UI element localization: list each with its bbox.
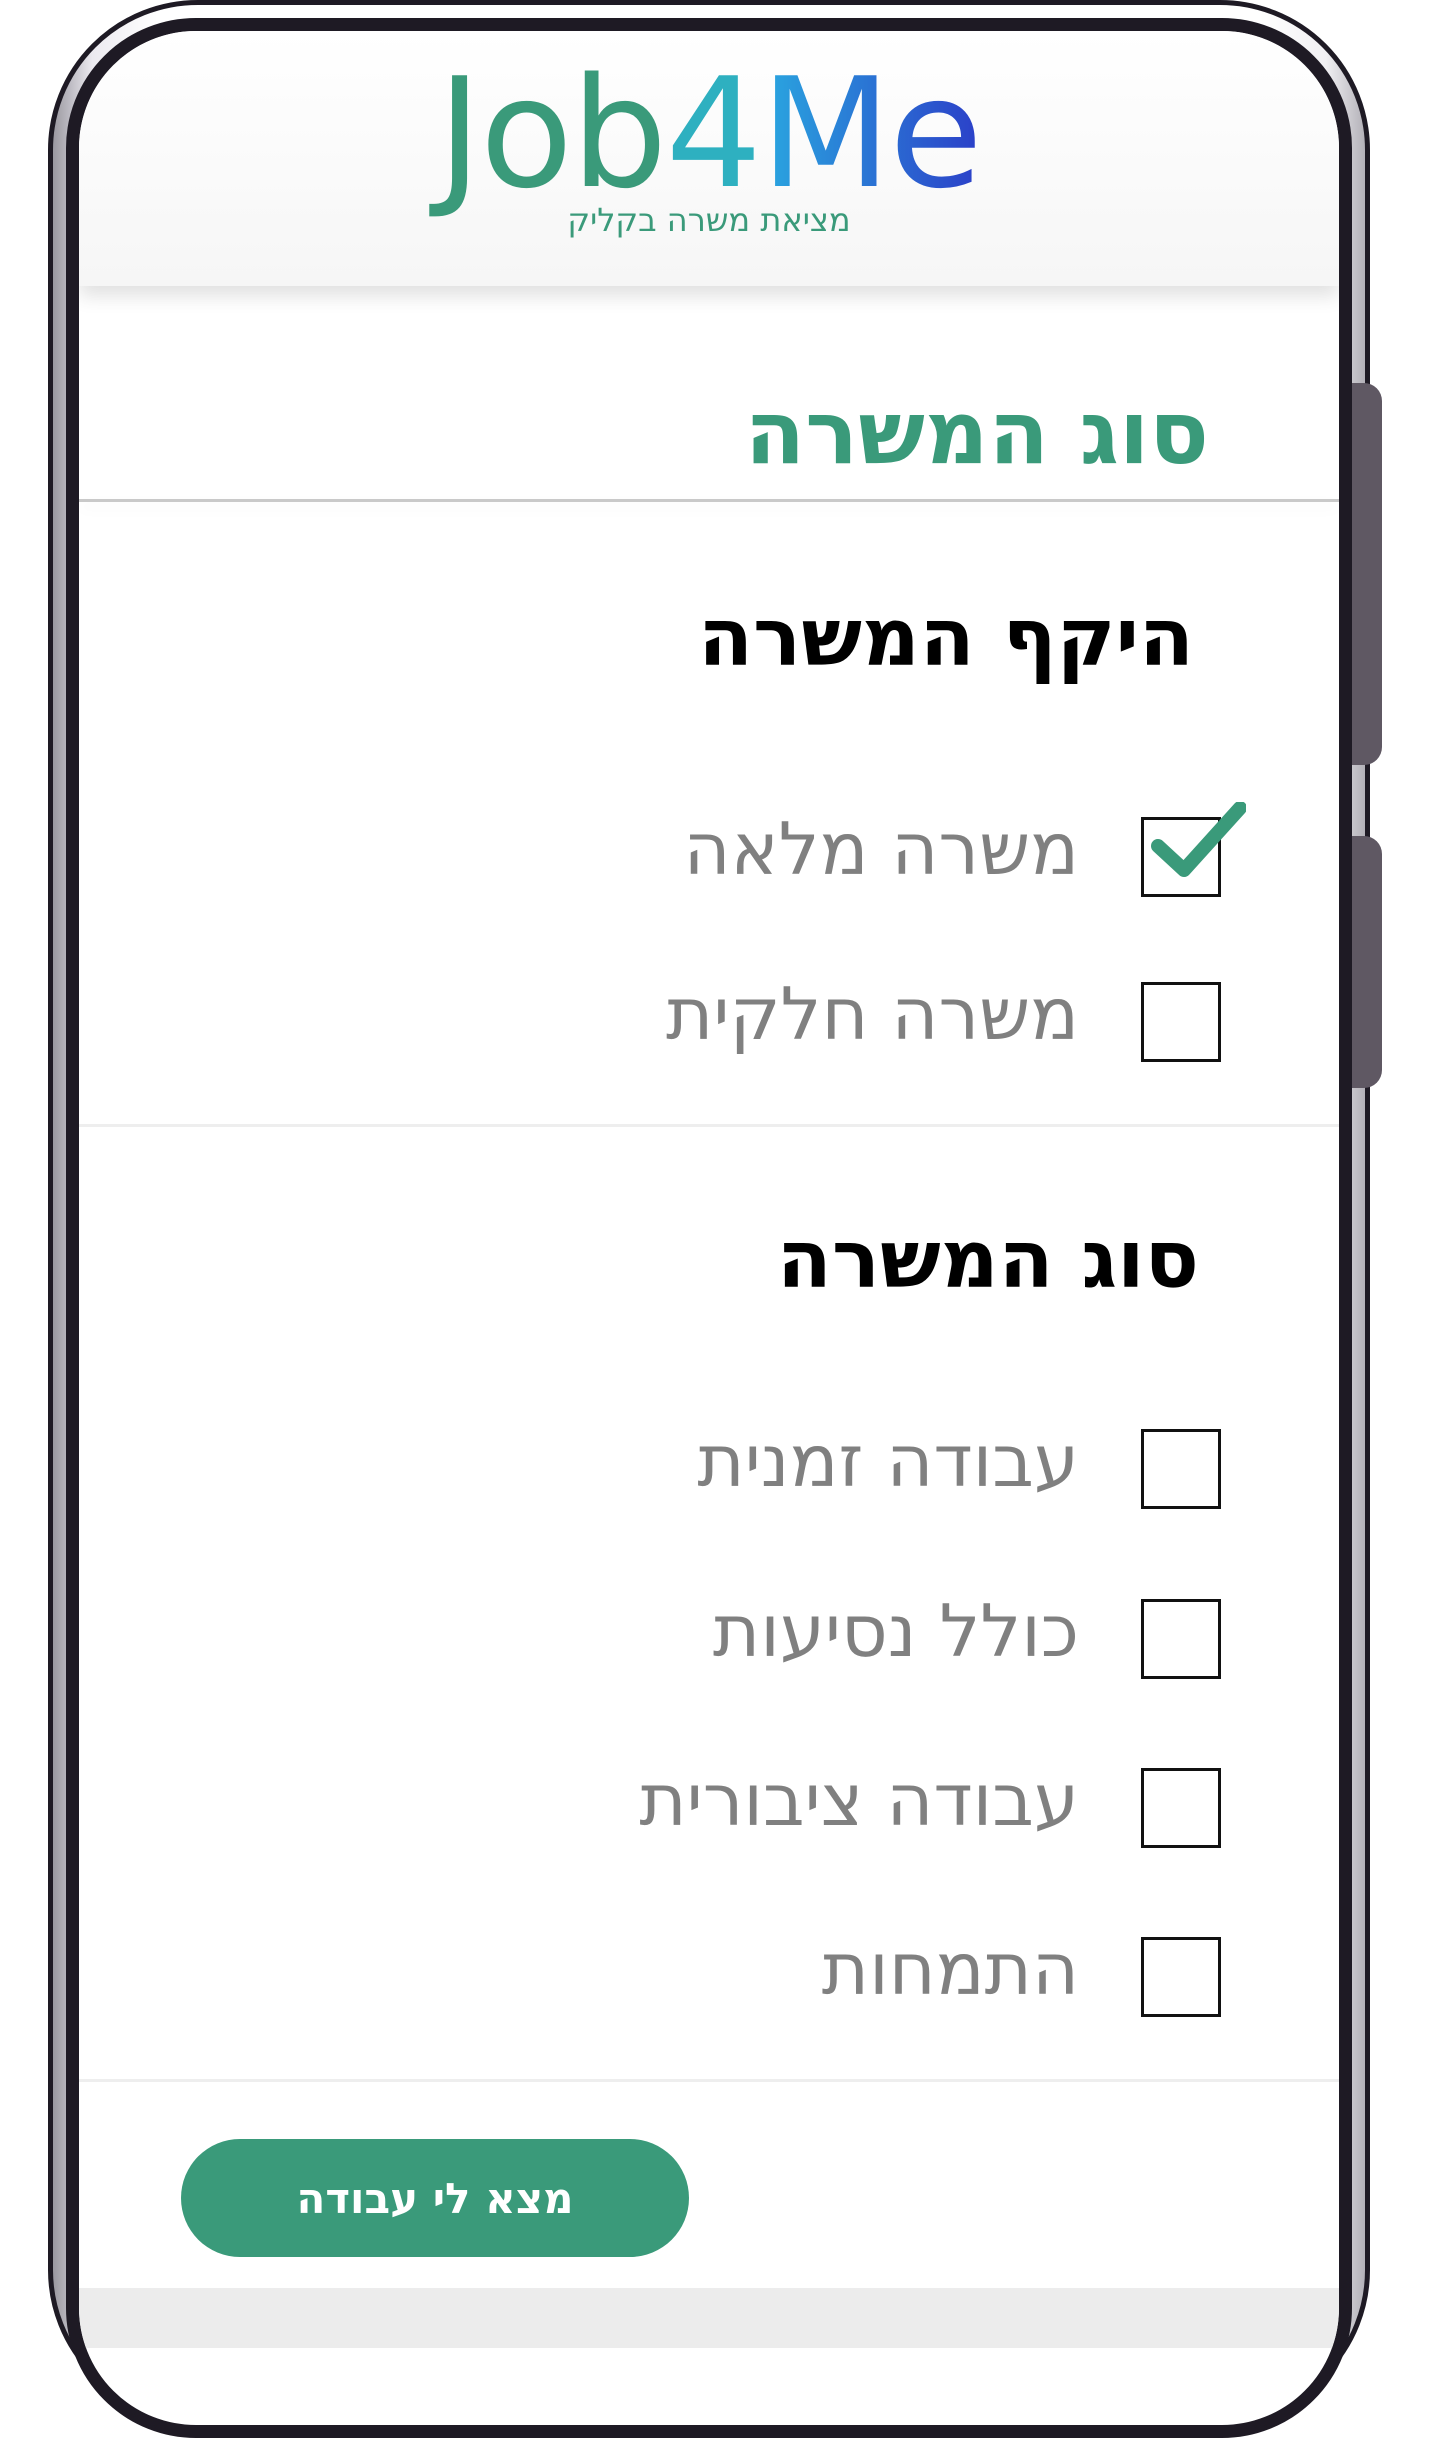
option-travel[interactable]: כולל נסיעות — [79, 1589, 1339, 1689]
internship-checkbox[interactable] — [1141, 1937, 1221, 2017]
full-time-label: משרה מלאה — [683, 807, 1079, 891]
travel-checkbox[interactable] — [1141, 1599, 1221, 1679]
app-header: Job4Me מציאת משרה בקליק — [79, 31, 1339, 286]
temporary-label: עבודה זמנית — [697, 1419, 1079, 1503]
option-full-time[interactable]: משרה מלאה — [79, 802, 1339, 907]
bottom-bar — [79, 2288, 1339, 2348]
part-time-checkbox[interactable] — [1141, 982, 1221, 1062]
checkmark-icon — [1151, 802, 1246, 877]
option-temporary[interactable]: עבודה זמנית — [79, 1419, 1339, 1519]
internship-label: התמחות — [821, 1927, 1079, 2011]
app-tagline: מציאת משרה בקליק — [567, 201, 851, 239]
scope-group-title: היקף המשרה — [698, 591, 1194, 684]
public-label: עבודה ציבורית — [639, 1758, 1079, 1842]
logo-me: Me — [760, 45, 983, 222]
page-title: סוג המשרה — [744, 381, 1209, 484]
phone-screen: Job4Me מציאת משרה בקליק סוג המשרה היקף ה… — [66, 18, 1352, 2438]
phone-side-button — [1352, 836, 1382, 1088]
logo-job: Job — [437, 45, 667, 222]
full-time-checkbox[interactable] — [1141, 802, 1246, 897]
option-internship[interactable]: התמחות — [79, 1927, 1339, 2027]
logo-four: 4 — [665, 45, 762, 222]
type-group-title: סוג המשרה — [776, 1213, 1199, 1306]
title-divider — [79, 499, 1339, 502]
find-job-button[interactable]: מצא לי עבודה — [181, 2139, 689, 2257]
public-checkbox[interactable] — [1141, 1768, 1221, 1848]
part-time-label: משרה חלקית — [666, 972, 1079, 1056]
option-part-time[interactable]: משרה חלקית — [79, 972, 1339, 1072]
section-divider — [79, 2079, 1339, 2082]
temporary-checkbox[interactable] — [1141, 1429, 1221, 1509]
travel-label: כולל נסיעות — [712, 1589, 1079, 1673]
phone-side-button — [1352, 383, 1382, 765]
option-public[interactable]: עבודה ציבורית — [79, 1758, 1339, 1858]
app-logo: Job4Me — [79, 49, 1339, 219]
section-divider — [79, 1124, 1339, 1127]
